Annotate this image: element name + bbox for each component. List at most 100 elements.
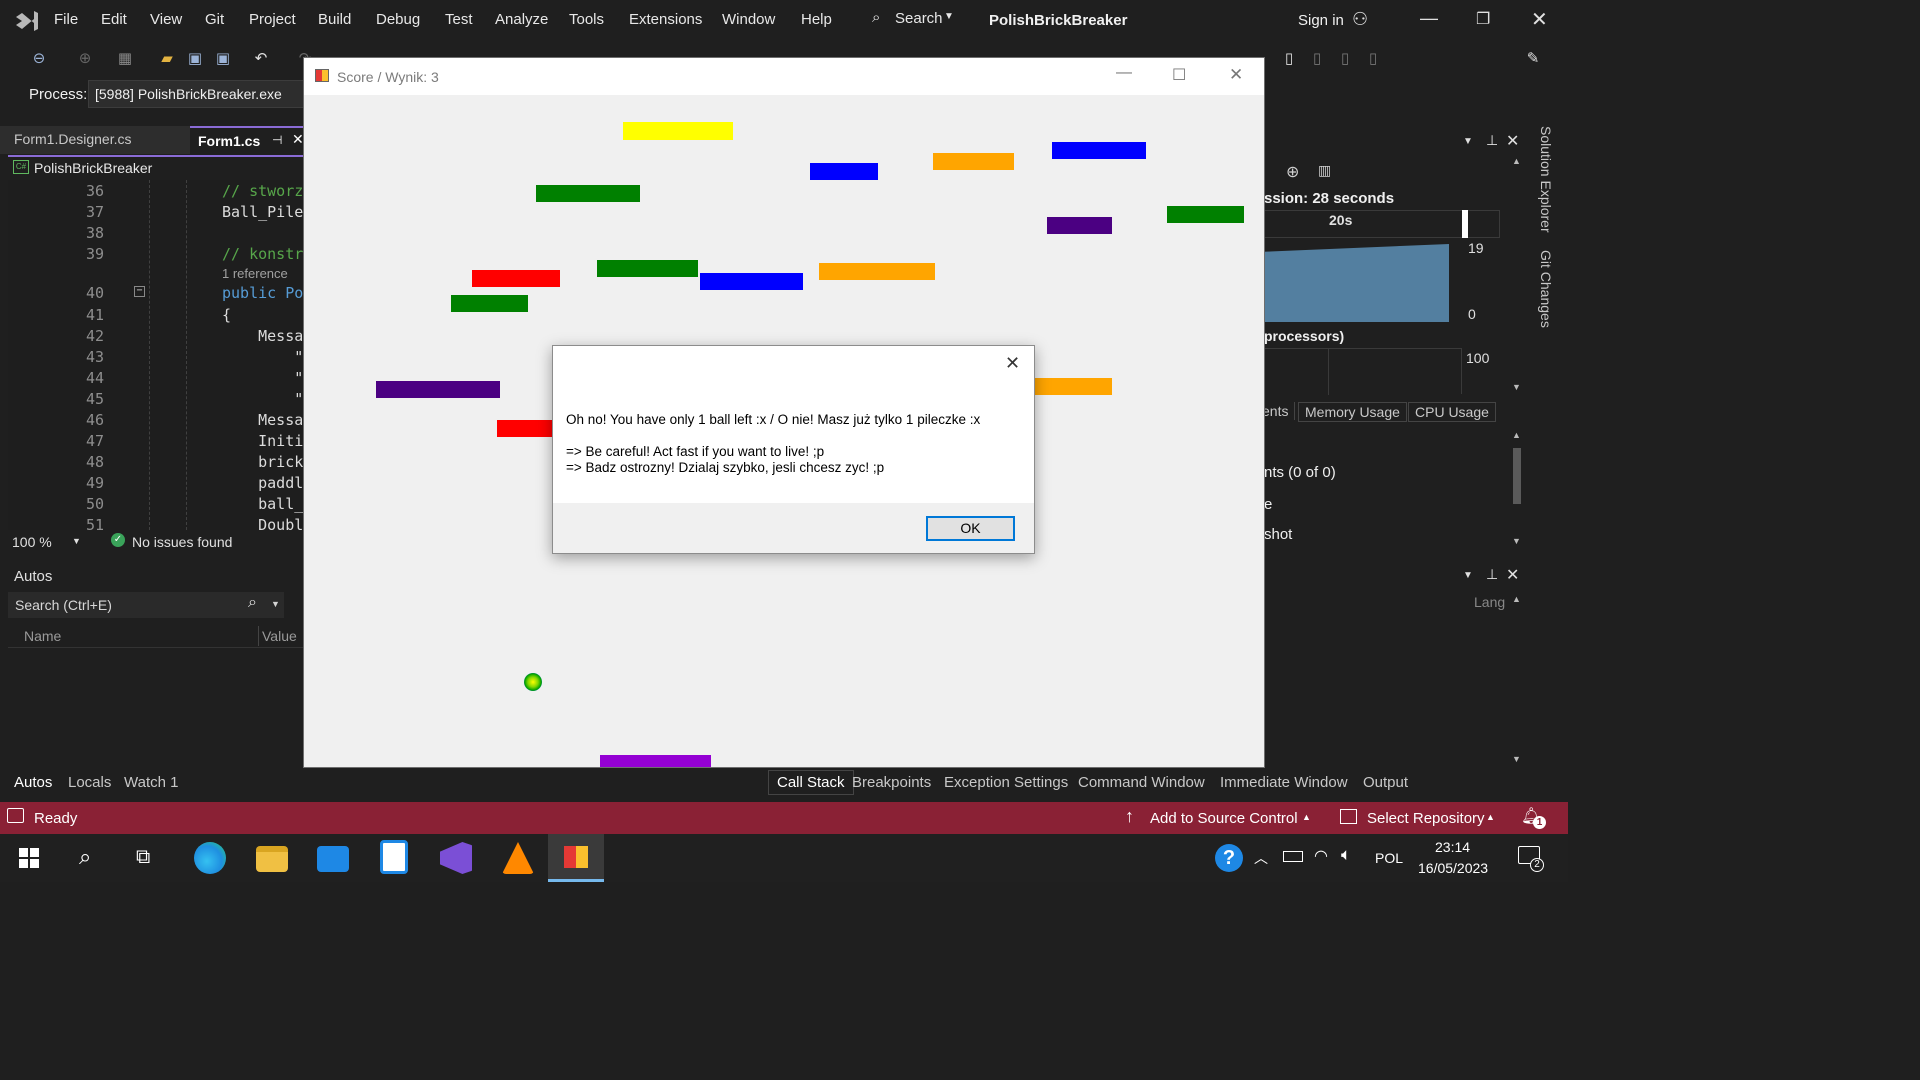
game-titlebar[interactable]: Score / Wynik: 3 — ☐ ✕ [304, 58, 1264, 95]
menu-debug[interactable]: Debug [376, 11, 420, 28]
menu-project[interactable]: Project [249, 11, 296, 28]
visual-studio-icon[interactable] [440, 842, 472, 874]
mail-icon[interactable] [317, 846, 349, 872]
diagnostic-row[interactable]: e [1264, 496, 1272, 513]
account-icon[interactable]: ⚇ [1352, 9, 1368, 30]
add-to-source-control[interactable]: Add to Source Control [1150, 810, 1298, 827]
save-all-icon[interactable]: ▣ [214, 50, 232, 68]
wifi-icon[interactable]: ◠ [1314, 846, 1328, 866]
notepad-icon[interactable] [380, 840, 408, 874]
active-app-highlight[interactable] [548, 834, 604, 882]
scrollbar[interactable]: ▲ ▼ [1510, 430, 1524, 546]
events-count[interactable]: nts (0 of 0) [1264, 464, 1336, 481]
close-icon[interactable]: ✕ [1506, 565, 1519, 585]
help-icon[interactable]: ? [1215, 844, 1243, 872]
close-tab-icon[interactable]: ✕ [292, 131, 304, 148]
close-icon[interactable]: ✕ [1229, 65, 1243, 85]
task-view-icon[interactable]: ⧉ [136, 846, 150, 869]
issues-status[interactable]: No issues found [132, 534, 232, 550]
close-icon[interactable]: ✕ [1506, 131, 1519, 151]
menu-tools[interactable]: Tools [569, 11, 604, 28]
scrollbar[interactable]: ▲ ▼ [1510, 156, 1524, 392]
prev-bookmark-icon[interactable]: ▯ [1308, 50, 1326, 68]
column-lang[interactable]: Lang [1474, 594, 1505, 610]
zoom-level[interactable]: 100 % [12, 534, 52, 550]
code-editor[interactable]: − 36 // stworz 37 Ball_Pile 38 39 // konstr 1 r… [8, 180, 304, 534]
file-explorer-icon[interactable] [256, 846, 288, 872]
tab-locals[interactable]: Locals [68, 774, 111, 791]
menu-help[interactable]: Help [801, 11, 832, 28]
edge-icon[interactable] [194, 842, 226, 874]
tab-breakpoints[interactable]: Breakpoints [852, 774, 931, 791]
close-icon[interactable]: ✕ [1005, 353, 1020, 374]
tab-command-window[interactable]: Command Window [1078, 774, 1205, 791]
vlc-icon[interactable] [502, 842, 534, 874]
column-value[interactable]: Value [262, 628, 297, 644]
zoom-in-icon[interactable]: ⊕ [1286, 162, 1299, 182]
chevron-down-icon[interactable]: ▼ [1463, 570, 1473, 581]
code-lens-references[interactable]: 1 reference [222, 266, 288, 281]
back-icon[interactable]: ⊖ [30, 50, 48, 68]
undo-icon[interactable]: ↶ [252, 50, 270, 68]
pin-icon[interactable]: ⊣ [272, 133, 282, 147]
tab-immediate-window[interactable]: Immediate Window [1220, 774, 1348, 791]
ok-button[interactable]: OK [926, 516, 1015, 541]
clock-date[interactable]: 16/05/2023 [1418, 860, 1488, 876]
bookmark-icon[interactable]: ▯ [1280, 50, 1298, 68]
tab-memory-usage[interactable]: Memory Usage [1298, 402, 1407, 422]
tab-solution-explorer[interactable]: Solution Explorer [1538, 126, 1554, 233]
minimize-icon[interactable]: — [1420, 8, 1438, 29]
chevron-up-icon[interactable]: ▲ [1486, 812, 1495, 822]
keyboard-language[interactable]: POL [1375, 850, 1403, 866]
paddle[interactable] [600, 755, 711, 767]
timeline-cursor[interactable] [1462, 210, 1468, 238]
maximize-icon[interactable]: ☐ [1172, 65, 1186, 85]
editor-navigation-bar[interactable]: C# PolishBrickBreaker [8, 155, 304, 179]
new-project-icon[interactable]: ▦ [116, 50, 134, 68]
clock-time[interactable]: 23:14 [1435, 839, 1470, 855]
battery-icon[interactable] [1283, 851, 1303, 862]
forward-icon[interactable]: ⊕ [76, 50, 94, 68]
feedback-icon[interactable]: ✎ [1524, 50, 1542, 68]
tab-form1-designer[interactable]: Form1.Designer.cs [0, 126, 190, 154]
volume-icon[interactable]: 🔈︎ [1341, 845, 1351, 865]
save-icon[interactable]: ▣ [186, 50, 204, 68]
chevron-up-icon[interactable]: ︿ [1254, 848, 1268, 868]
search-input[interactable]: Search (Ctrl+E) ⌕ ▼ [8, 592, 284, 618]
tab-git-changes[interactable]: Git Changes [1538, 250, 1554, 328]
tab-cpu-usage[interactable]: CPU Usage [1408, 402, 1496, 422]
search-box[interactable]: ⌕ Search ▼ [872, 9, 962, 31]
next-bookmark-icon[interactable]: ▯ [1336, 50, 1354, 68]
select-repository[interactable]: Select Repository [1367, 810, 1485, 827]
clear-bookmark-icon[interactable]: ▯ [1364, 50, 1382, 68]
chevron-down-icon[interactable]: ▼ [271, 599, 280, 609]
menu-file[interactable]: File [54, 11, 78, 28]
menu-git[interactable]: Git [205, 11, 224, 28]
chevron-down-icon[interactable]: ▼ [1463, 136, 1473, 147]
open-file-icon[interactable]: ▰ [158, 50, 176, 68]
chart-settings-icon[interactable]: ▥ [1318, 162, 1331, 179]
process-select[interactable]: [5988] PolishBrickBreaker.exe [88, 80, 304, 108]
tab-events[interactable]: ents [1262, 402, 1296, 420]
pin-icon[interactable]: ⊥ [1486, 132, 1498, 149]
column-name[interactable]: Name [24, 628, 61, 644]
tab-form1-cs[interactable]: Form1.cs ⊣ ✕ [190, 126, 304, 154]
restore-icon[interactable]: ❐ [1476, 9, 1490, 29]
menu-build[interactable]: Build [318, 11, 351, 28]
column-divider[interactable] [258, 626, 259, 646]
start-icon[interactable] [19, 848, 39, 868]
close-icon[interactable]: ✕ [1531, 7, 1548, 32]
output-icon[interactable] [7, 808, 24, 823]
tab-autos[interactable]: Autos [8, 774, 58, 791]
search-icon[interactable]: ⌕ [248, 594, 257, 612]
chevron-up-icon[interactable]: ▲ [1302, 812, 1311, 822]
tab-call-stack[interactable]: Call Stack [768, 770, 854, 795]
collapse-icon[interactable]: − [134, 286, 145, 297]
menu-extensions[interactable]: Extensions [629, 11, 702, 28]
scrollbar[interactable]: ▲ ▼ [1510, 594, 1524, 764]
menu-analyze[interactable]: Analyze [495, 11, 548, 28]
menu-edit[interactable]: Edit [101, 11, 127, 28]
minimize-icon[interactable]: — [1116, 64, 1132, 82]
take-snapshot-link[interactable]: shot [1264, 526, 1292, 543]
tab-output[interactable]: Output [1363, 774, 1408, 791]
